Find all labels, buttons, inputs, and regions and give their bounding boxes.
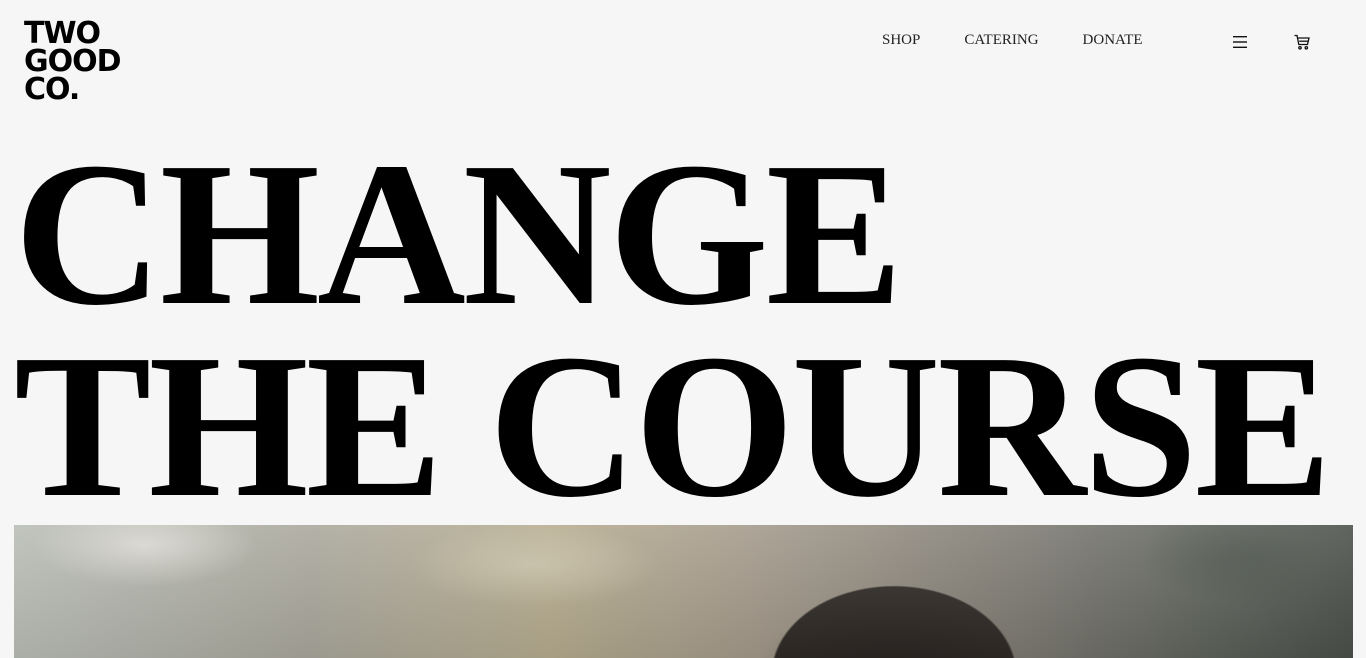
main-nav: SHOP CATERING DONATE — [882, 32, 1143, 49]
image-overlay — [14, 525, 1353, 658]
hero-headline: CHANGE THE COURSE — [14, 119, 1332, 540]
headline-line-2: THE COURSE — [14, 311, 1332, 540]
headline-line-1: CHANGE — [14, 119, 903, 348]
brand-logo[interactable]: TWO GOOD CO. — [24, 19, 136, 107]
logo-line-3: CO. — [24, 72, 80, 107]
nav-link-donate[interactable]: DONATE — [1083, 32, 1143, 49]
shopping-cart-icon[interactable] — [1293, 33, 1311, 51]
nav-link-catering[interactable]: CATERING — [964, 32, 1038, 49]
hamburger-menu-icon[interactable] — [1232, 35, 1248, 49]
hero-video-image — [14, 525, 1353, 658]
nav-link-shop[interactable]: SHOP — [882, 32, 920, 49]
